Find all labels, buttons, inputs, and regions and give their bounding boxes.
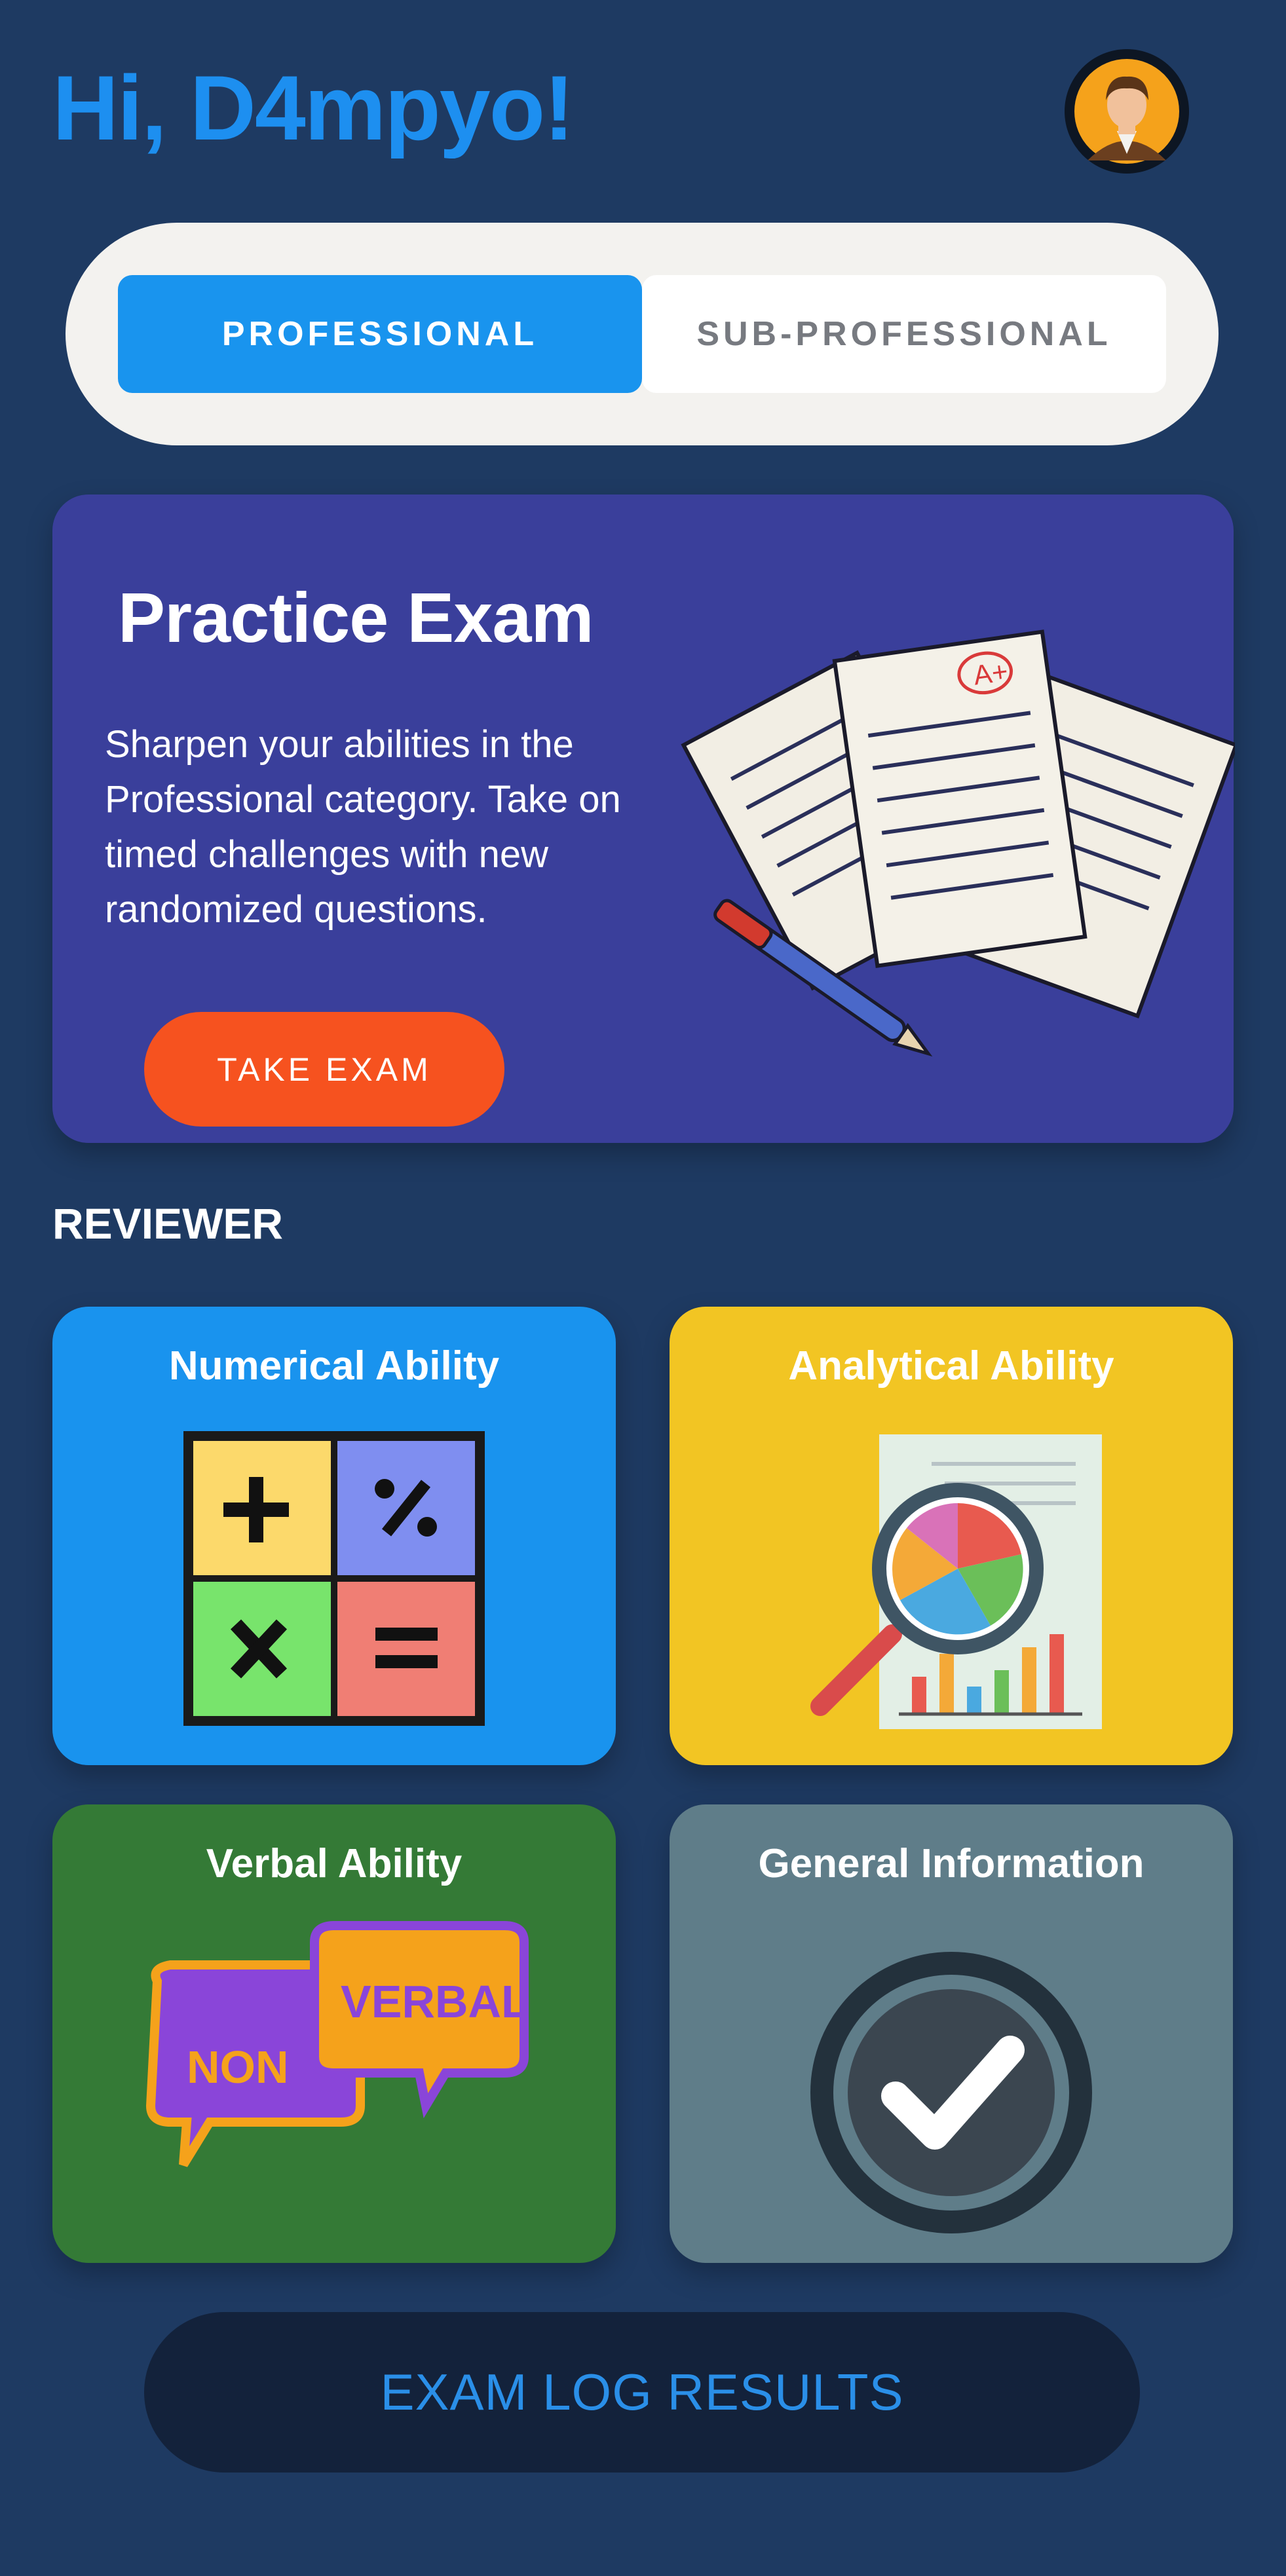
card-title: Numerical Ability <box>168 1343 500 1389</box>
avatar[interactable] <box>1065 49 1189 174</box>
practice-title: Practice Exam <box>118 578 594 657</box>
math-operators-icon <box>183 1431 485 1726</box>
practice-exam-card[interactable]: Practice Exam Sharpen your abilities in … <box>52 495 1235 1143</box>
card-numerical-ability[interactable]: Numerical Ability <box>52 1307 616 1765</box>
card-general-information[interactable]: General Information <box>670 1804 1233 2263</box>
checkmark-icon <box>810 1952 1092 2233</box>
reviewer-heading: REVIEWER <box>52 1199 284 1248</box>
grade-mark: A+ <box>972 656 1010 691</box>
exam-papers-icon: A+ <box>681 629 1235 1057</box>
speech-bubbles-icon: NON VERBAL <box>145 1921 529 2167</box>
tab-sub-professional[interactable]: SUB-PROFESSIONAL <box>642 275 1166 393</box>
user-avatar-icon <box>1074 59 1179 164</box>
chart-magnifier-icon <box>810 1434 1102 1729</box>
practice-description: Sharpen your abilities in the Profession… <box>105 723 621 931</box>
card-title: General Information <box>758 1841 1144 1886</box>
category-toggle: PROFESSIONAL SUB-PROFESSIONAL <box>66 223 1219 445</box>
exam-log-results-button[interactable]: EXAM LOG RESULTS <box>144 2312 1140 2473</box>
card-verbal-ability[interactable]: Verbal Ability NON VERBAL <box>52 1804 616 2263</box>
greeting: Hi, D4mpyo! <box>52 56 575 159</box>
card-analytical-ability[interactable]: Analytical Ability <box>670 1307 1233 1765</box>
bubble-non-label: NON <box>187 2042 289 2093</box>
card-title: Verbal Ability <box>206 1841 463 1886</box>
card-title: Analytical Ability <box>788 1343 1114 1389</box>
tab-professional[interactable]: PROFESSIONAL <box>118 275 642 393</box>
bubble-verbal-label: VERBAL <box>341 1976 529 2027</box>
take-exam-button[interactable]: TAKE EXAM <box>144 1012 504 1127</box>
